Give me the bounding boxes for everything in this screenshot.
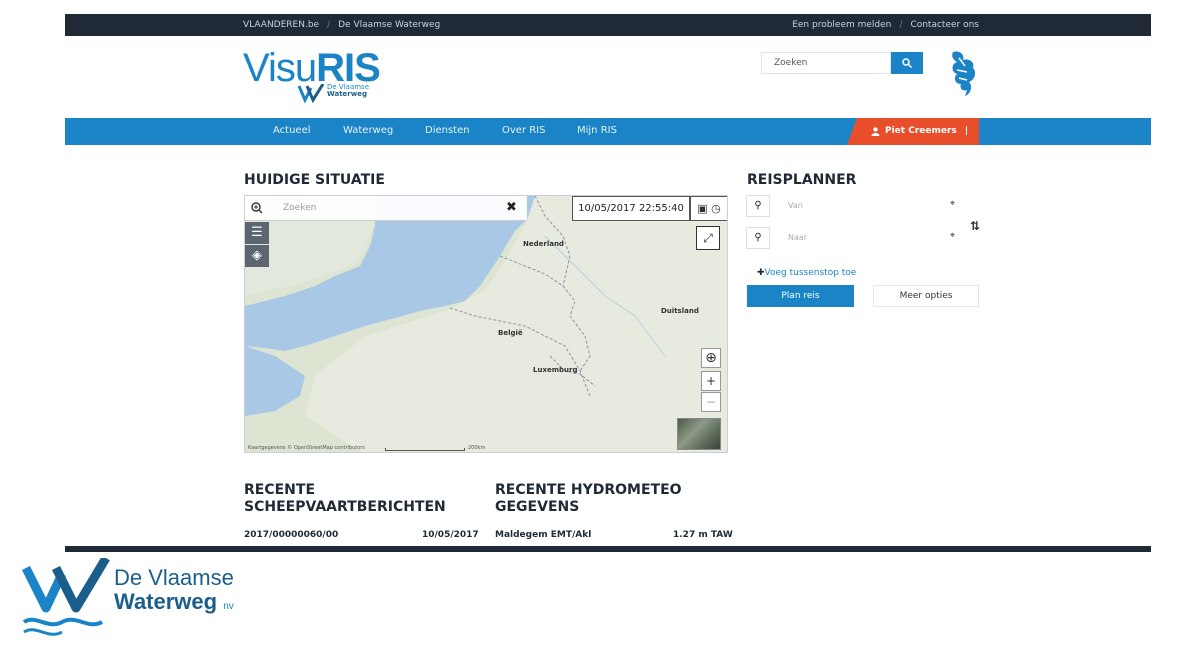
crosshair-icon[interactable]: ⌖ [950,199,955,209]
add-stop-label: Voeg tussenstop toe [764,268,857,278]
link-vlaanderen[interactable]: VLAANDEREN.be [243,20,319,30]
map-label-duitsland: Duitsland [661,307,699,315]
more-options-button[interactable]: Meer opties [873,285,979,307]
page: VLAANDEREN.be / De Vlaamse Waterweg Een … [0,0,1200,665]
taskbar-strip [65,546,1151,552]
footer-logo-line2-text: Waterweg [114,589,218,614]
nav-item-over-ris[interactable]: Over RIS [502,125,545,136]
footer-logo-line2: Waterweg nv [114,589,234,615]
user-account-button[interactable]: Piet Creemers | 0 [847,118,979,163]
to-field: ⚲ Naar ⌖ [746,227,966,249]
link-vlaamse-waterweg[interactable]: De Vlaamse Waterweg [338,20,440,30]
user-icon [871,127,880,136]
hydrometeo-title-line2: GEGEVENS [495,499,580,515]
shipping-notices-title-line2: SCHEEPVAARTBERICHTEN [244,499,446,515]
nav-item-waterweg[interactable]: Waterweg [343,125,393,136]
hydro-value: 1.27 m TAW [673,530,733,540]
map-scale-label: 200km [468,445,486,451]
logo-subtitle: De Vlaamse Waterweg [327,84,369,98]
notice-date: 10/05/2017 [422,530,479,540]
nav-item-actueel[interactable]: Actueel [273,125,311,136]
add-stop-link[interactable]: ✚Voeg tussenstop toe [757,268,856,278]
fullscreen-icon[interactable]: ⤢ [696,226,720,250]
map-label-nederland: Nederland [523,240,564,248]
hydro-station[interactable]: Maldegem EMT/Akl [495,530,591,540]
map-search-bar[interactable]: Zoeken ✖ [245,196,527,221]
user-count-badge: 0 [885,153,892,163]
map-scale-bar [385,448,465,451]
map-attribution: Kaartgegevens © OpenStreetMap contributo… [248,445,365,451]
footer-logo-line1: De Vlaamse [114,565,234,590]
to-input[interactable]: Naar [776,229,946,247]
logo-subtitle-line2: Waterweg [327,90,367,98]
map-datetime-value: 10/05/2017 22:55:40 [578,203,684,214]
zoom-in-button[interactable]: + [701,371,721,391]
footer-logo-suffix: nv [223,601,234,612]
site-search-input[interactable]: Zoeken [761,52,891,74]
notice-id[interactable]: 2017/00000060/00 [244,530,338,540]
map-label-belgie: België [498,329,523,337]
route-planner-title: REISPLANNER [747,172,857,188]
flemish-lion-icon[interactable] [945,48,981,100]
clear-icon[interactable]: ✖ [506,200,517,215]
search-icon [902,58,913,69]
site-header: VisuRIS De Vlaamse Waterweg Zoeken [65,36,1151,118]
separator: / [327,20,331,30]
top-utility-bar: VLAANDEREN.be / De Vlaamse Waterweg Een … [65,14,1151,36]
from-input[interactable]: Van [776,197,946,215]
separator: | [964,126,969,136]
map-view[interactable]: Zoeken ✖ 10/05/2017 22:55:40 ▣ ◷ ☰ ◈ ⤢ ⊕… [244,195,728,453]
layers-icon[interactable]: ◈ [245,245,269,267]
link-report-problem[interactable]: Een probleem melden [792,20,891,30]
hydrometeo-title-line1: RECENTE HYDROMETEO [495,482,682,498]
map-search-placeholder: Zoeken [283,203,317,213]
shipping-notices-title-line1: RECENTE [244,482,316,498]
current-situation-title: HUIDIGE SITUATIE [244,172,385,188]
from-placeholder: Van [788,201,803,210]
map-background[interactable] [245,196,728,453]
satellite-layer-toggle[interactable] [677,418,721,450]
zoom-search-icon [251,202,263,214]
swap-icon[interactable]: ⇅ [970,219,980,233]
calendar-icon[interactable]: ▣ [697,202,707,215]
map-datetime-field[interactable]: 10/05/2017 22:55:40 [572,196,690,221]
map-pin-icon: ⚲ [746,227,770,249]
plus-icon: ✚ [757,268,765,278]
user-name: Piet Creemers [885,126,957,136]
legend-list-icon[interactable]: ☰ [245,222,269,244]
crosshair-icon[interactable]: ⌖ [950,231,955,241]
clock-icon[interactable]: ◷ [711,202,721,215]
hydrometeo-title: RECENTE HYDROMETEO GEGEVENS [495,482,682,516]
waterweg-mark-icon [297,84,325,104]
link-contact[interactable]: Contacteer ons [910,20,979,30]
map-label-luxemburg: Luxemburg [533,366,578,374]
map-pin-icon: ⚲ [746,195,770,217]
separator: / [899,20,903,30]
zoom-out-button[interactable]: − [701,392,721,412]
from-field: ⚲ Van ⌖ [746,195,966,217]
map-datetime-controls: ▣ ◷ [690,196,727,221]
main-nav: Actueel Waterweg Diensten Over RIS Mijn … [65,118,1151,163]
site-search-placeholder: Zoeken [774,58,808,68]
site-search-button[interactable] [891,52,923,74]
nav-item-mijn-ris[interactable]: Mijn RIS [577,125,617,136]
nav-item-diensten[interactable]: Diensten [425,125,470,136]
to-placeholder: Naar [788,233,808,242]
locate-icon[interactable]: ⊕ [701,348,721,368]
plan-trip-button[interactable]: Plan reis [747,285,854,307]
shipping-notices-title: RECENTE SCHEEPVAARTBERICHTEN [244,482,446,516]
